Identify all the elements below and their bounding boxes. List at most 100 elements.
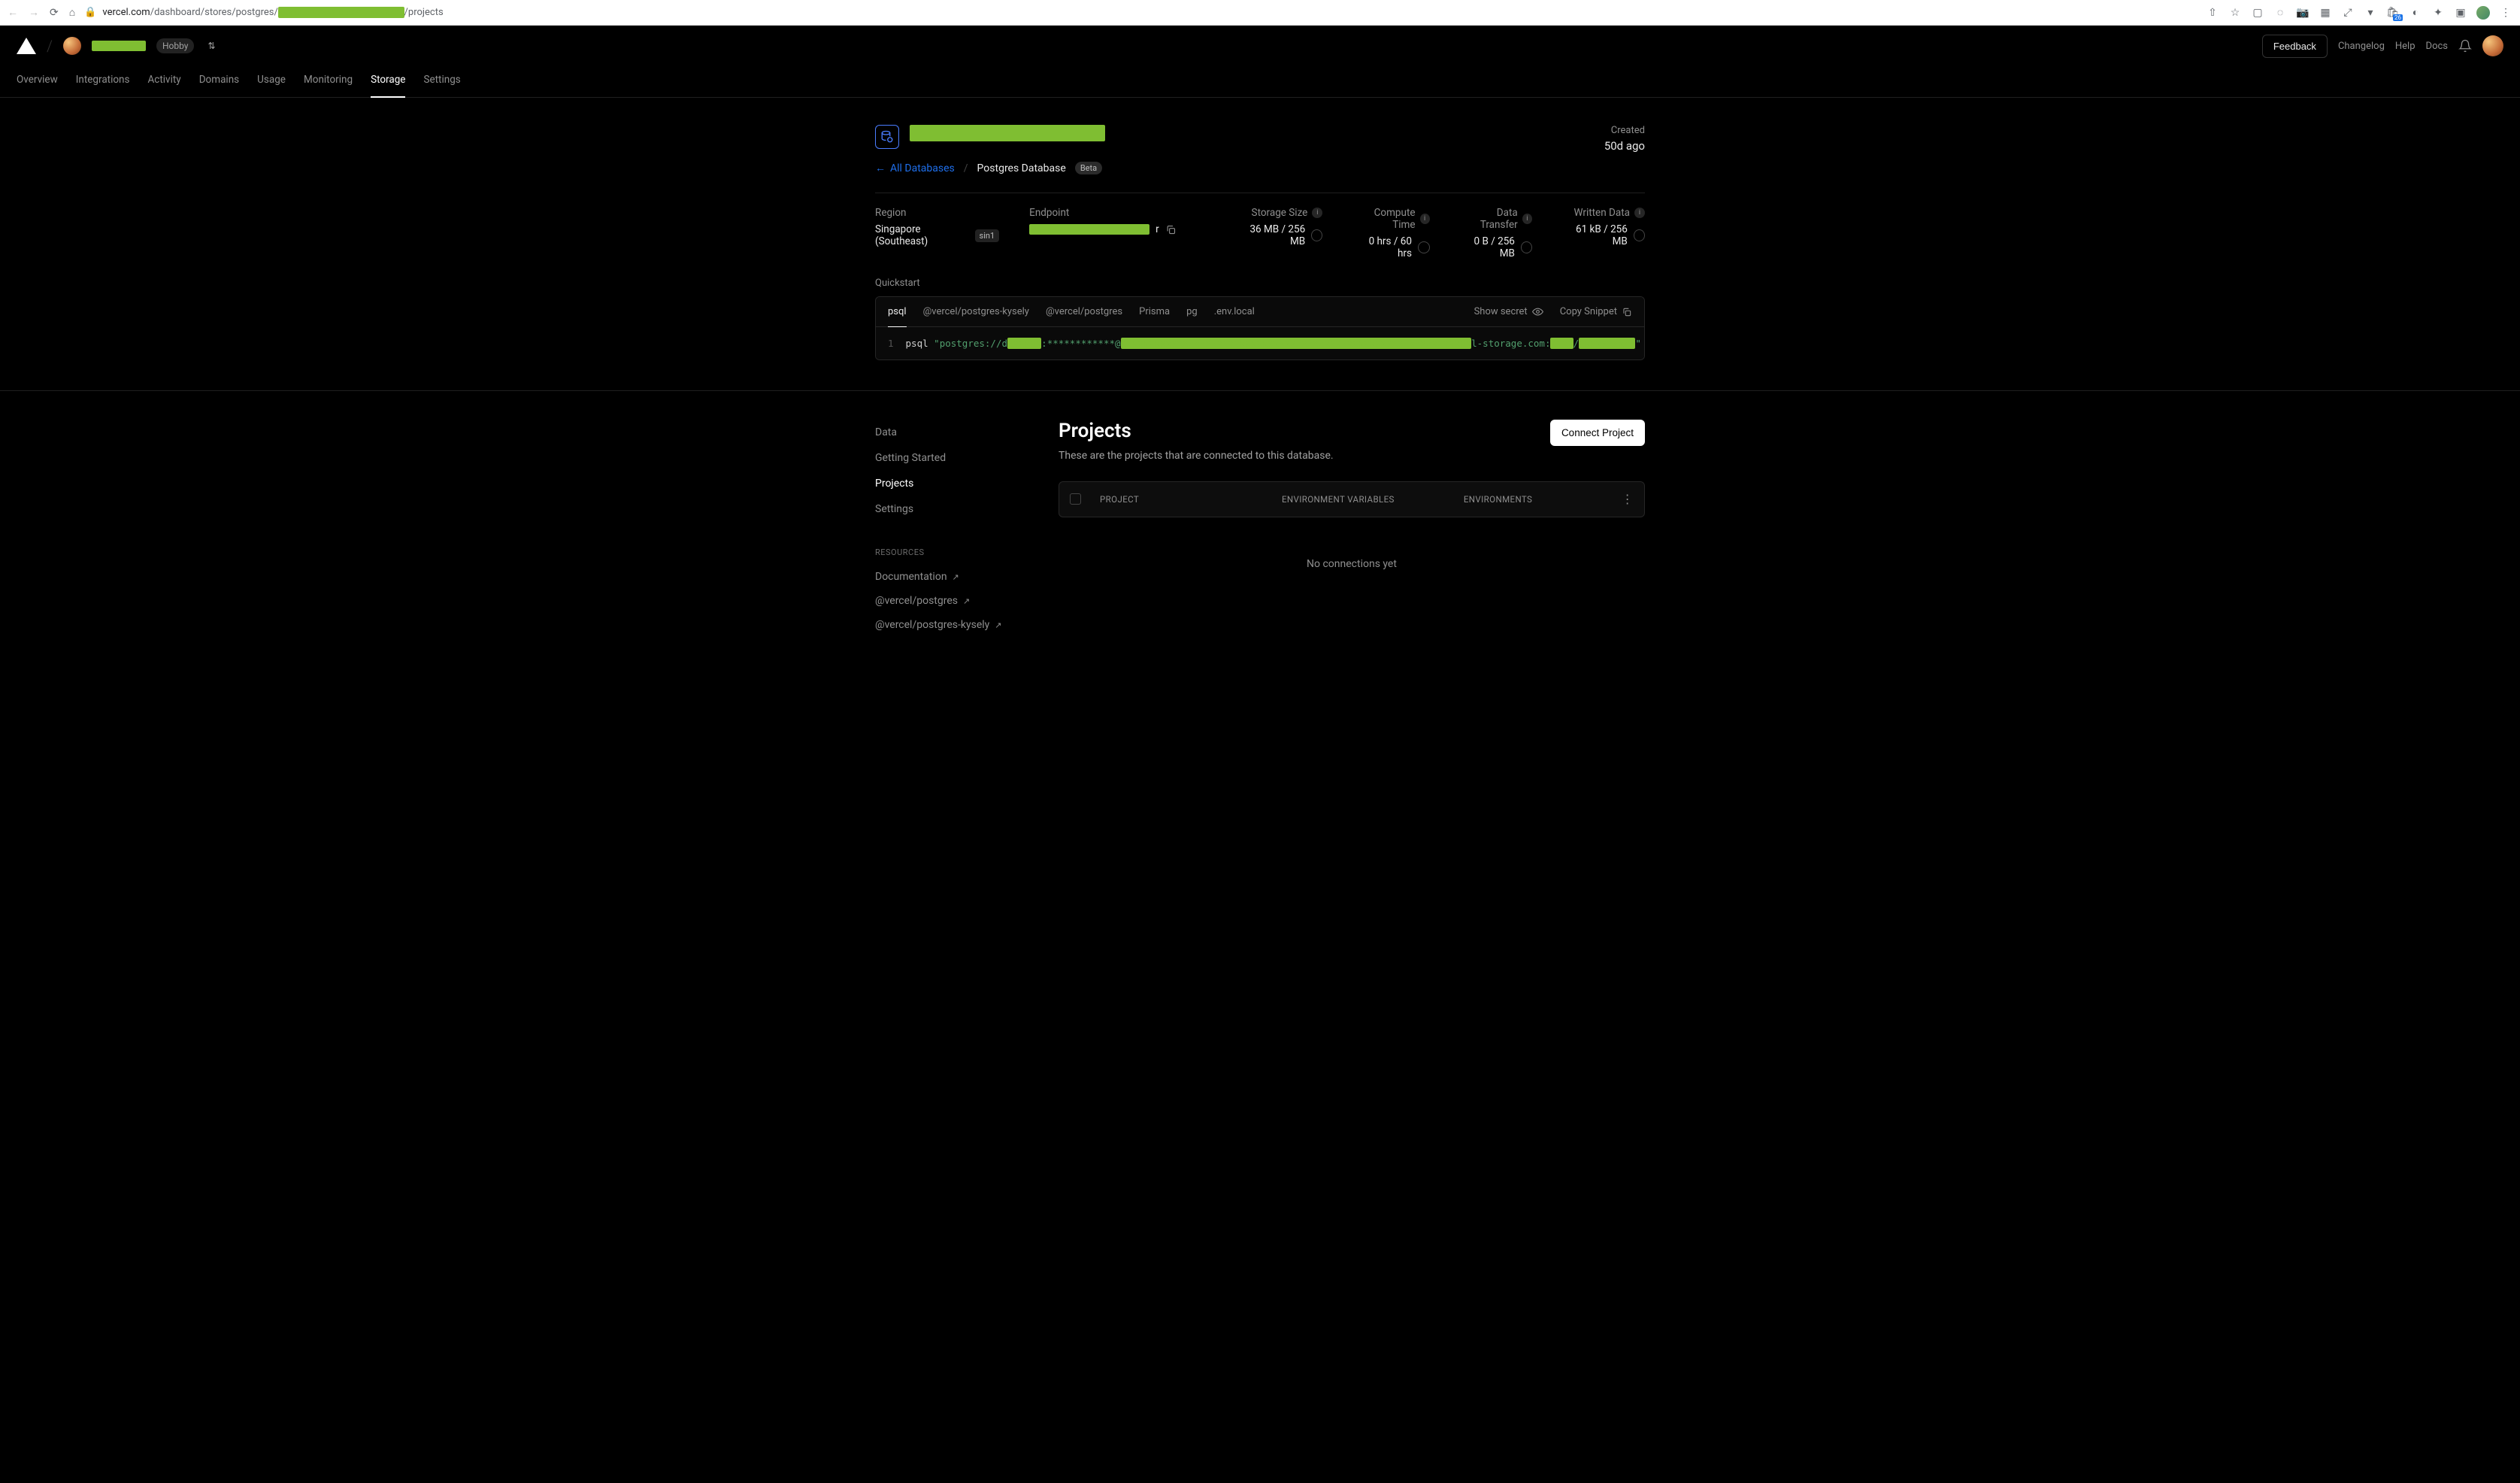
arrow-left-icon: ← <box>875 162 886 174</box>
beta-badge: Beta <box>1075 162 1102 174</box>
connect-project-button[interactable]: Connect Project <box>1550 420 1645 446</box>
qs-tab-postgres[interactable]: @vercel/postgres <box>1046 297 1122 326</box>
tab-storage[interactable]: Storage <box>371 66 405 98</box>
stat-storage-size: Storage Size i 36 MB / 256 MB <box>1237 207 1323 247</box>
notifications-icon[interactable] <box>2458 39 2472 53</box>
page-content: Created 50d ago ← All Databases / Postgr… <box>875 98 1645 360</box>
qs-tab-pg[interactable]: pg <box>1186 297 1198 326</box>
projects-panel: Projects These are the projects that are… <box>1059 420 1645 637</box>
url-domain: vercel.com <box>102 7 150 18</box>
info-icon[interactable]: i <box>1420 214 1430 224</box>
database-icon <box>875 125 899 149</box>
back-label: All Databases <box>890 162 955 174</box>
projects-table-header: PROJECT ENVIRONMENT VARIABLES ENVIRONMEN… <box>1059 482 1644 517</box>
tab-usage[interactable]: Usage <box>257 66 286 97</box>
transfer-value: 0 B / 256 MB <box>1460 235 1515 259</box>
back-all-databases[interactable]: ← All Databases <box>875 162 955 174</box>
info-icon[interactable]: i <box>1312 208 1322 218</box>
tab-settings[interactable]: Settings <box>423 66 460 97</box>
sidebar-item-getting-started[interactable]: Getting Started <box>875 445 1033 471</box>
team-avatar[interactable] <box>63 37 81 55</box>
row-actions-icon[interactable]: ⋮ <box>1604 492 1634 506</box>
resource-vercel-postgres[interactable]: @vercel/postgres ↗ <box>875 589 1033 613</box>
ext-icon-5[interactable]: ⤢ <box>2341 6 2355 20</box>
sidebar-item-projects[interactable]: Projects <box>875 471 1033 496</box>
storage-label: Storage Size <box>1252 207 1308 219</box>
changelog-link[interactable]: Changelog <box>2338 41 2385 52</box>
created-info: Created 50d ago <box>1604 125 1645 153</box>
breadcrumb: ← All Databases / Postgres Database Beta <box>875 162 1645 174</box>
browser-reload-icon[interactable]: ⟳ <box>50 7 59 19</box>
chrome-menu-icon[interactable]: ⋮ <box>2499 6 2512 20</box>
quickstart-code[interactable]: 1 psql "postgres://dxxxxxx:************@… <box>876 327 1644 359</box>
browser-back-icon[interactable]: ← <box>8 6 18 19</box>
browser-home-icon[interactable]: ⌂ <box>69 6 75 19</box>
sidepanel-icon[interactable]: ▣ <box>2454 6 2467 20</box>
code-redact-1: xxxxxx <box>1007 338 1041 349</box>
extensions-icon[interactable]: ✦ <box>2431 6 2445 20</box>
usage-ring-icon <box>1521 241 1532 253</box>
qs-tab-prisma[interactable]: Prisma <box>1139 297 1170 326</box>
url-redacted: xxxxxxxxxxxxxxxxxxxxxxxxxx <box>278 7 404 18</box>
copy-snippet-button[interactable]: Copy Snippet <box>1560 306 1632 317</box>
feedback-button[interactable]: Feedback <box>2262 35 2328 58</box>
tab-integrations[interactable]: Integrations <box>76 66 130 97</box>
share-icon[interactable]: ⇧ <box>2206 6 2219 20</box>
url-bar[interactable]: 🔒 vercel.com/dashboard/stores/postgres/x… <box>84 7 2197 18</box>
projects-title: Projects <box>1059 420 1334 442</box>
vercel-logo[interactable] <box>17 38 36 54</box>
tab-overview[interactable]: Overview <box>17 66 58 97</box>
resource-label: @vercel/postgres-kysely <box>875 619 989 631</box>
ext-icon-6[interactable]: ▾ <box>2364 6 2377 20</box>
code-line: psql "postgres://dxxxxxx:************@xx… <box>906 338 1641 349</box>
tab-domains[interactable]: Domains <box>199 66 239 97</box>
ext-icon-7[interactable]: ◐ <box>2409 6 2422 20</box>
code-mid-2: l-storage.com: <box>1471 338 1550 349</box>
region-tag: sin1 <box>975 229 1000 242</box>
col-project: PROJECT <box>1100 494 1282 505</box>
col-env-vars: ENVIRONMENT VARIABLES <box>1282 494 1464 505</box>
user-avatar[interactable] <box>2482 35 2503 56</box>
code-conn-prefix: "postgres://d <box>934 338 1007 349</box>
copy-endpoint-icon[interactable] <box>1165 224 1177 235</box>
qs-tab-envlocal[interactable]: .env.local <box>1214 297 1255 326</box>
tab-activity[interactable]: Activity <box>147 66 180 97</box>
select-all-checkbox[interactable] <box>1070 493 1081 505</box>
copy-snippet-label: Copy Snippet <box>1560 306 1617 317</box>
code-redact-3: xxxx <box>1550 338 1573 349</box>
quickstart-section: Quickstart psql @vercel/postgres-kysely … <box>875 277 1645 360</box>
info-icon[interactable]: i <box>1522 214 1532 224</box>
written-label: Written Data <box>1574 207 1630 219</box>
resource-documentation[interactable]: Documentation ↗ <box>875 565 1033 589</box>
code-redact-2: xxxxxxxxxxxxxxxxxxxxxxxxxxxxxxxxxxxxxxxx… <box>1121 338 1472 349</box>
ext-icon-4[interactable]: ▦ <box>2319 6 2332 20</box>
info-icon[interactable]: i <box>1634 208 1645 218</box>
qs-tab-psql[interactable]: psql <box>888 297 907 327</box>
stats-row: Region Singapore (Southeast) sin1 Endpoi… <box>875 207 1645 259</box>
help-link[interactable]: Help <box>2395 41 2416 52</box>
ext-icon-badge[interactable]: 🛍 <box>2386 6 2400 20</box>
empty-state: No connections yet <box>1059 517 1645 585</box>
qs-tab-kysely[interactable]: @vercel/postgres-kysely <box>923 297 1029 326</box>
resource-label: Documentation <box>875 571 947 583</box>
sidebar-item-settings[interactable]: Settings <box>875 496 1033 522</box>
stat-compute-time: Compute Time i 0 hrs / 60 hrs <box>1352 207 1429 259</box>
ext-icon-3[interactable]: 📷 <box>2296 6 2309 20</box>
show-secret-button[interactable]: Show secret <box>1474 306 1543 317</box>
endpoint-redacted <box>1029 224 1149 235</box>
ext-icon-2[interactable]: ◌ <box>2273 6 2287 20</box>
ext-icon-1[interactable]: ▢ <box>2251 6 2264 20</box>
scope-switcher-icon[interactable]: ⇅ <box>207 41 215 51</box>
docs-link[interactable]: Docs <box>2426 41 2448 52</box>
stat-written-data: Written Data i 61 kB / 256 MB <box>1562 207 1645 247</box>
eye-icon <box>1532 306 1543 317</box>
resource-vercel-postgres-kysely[interactable]: @vercel/postgres-kysely ↗ <box>875 613 1033 637</box>
chrome-profile-avatar[interactable] <box>2476 6 2490 20</box>
code-mid-1: :************@ <box>1041 338 1120 349</box>
line-number: 1 <box>888 338 894 349</box>
browser-chrome: ← → ⟳ ⌂ 🔒 vercel.com/dashboard/stores/po… <box>0 0 2520 26</box>
sidebar-item-data[interactable]: Data <box>875 420 1033 445</box>
tab-monitoring[interactable]: Monitoring <box>304 66 353 97</box>
team-name-redacted[interactable] <box>92 41 146 51</box>
star-icon[interactable]: ☆ <box>2228 6 2242 20</box>
